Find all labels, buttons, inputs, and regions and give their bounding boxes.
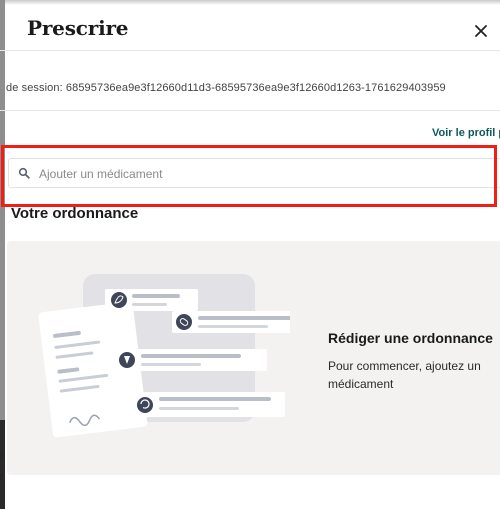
search-icon	[18, 167, 30, 179]
session-divider	[0, 110, 500, 111]
background-window-edge-lower	[0, 420, 5, 509]
view-profile-link[interactable]: Voir le profil p	[432, 127, 500, 139]
illustration-card-4	[135, 392, 285, 417]
prescription-heading: Votre ordonnance	[11, 205, 139, 222]
illustration-card-1	[105, 289, 198, 311]
background-edge-text: r	[0, 471, 4, 483]
page-title: Prescrire	[27, 16, 129, 40]
close-button[interactable]	[470, 20, 492, 42]
close-icon	[475, 25, 487, 37]
session-id-text: de session: 68595736ea9e3f12660d11d3-685…	[6, 82, 446, 94]
illustration-card-3	[115, 349, 267, 371]
empty-state-description: Pour commencer, ajoutez un médicament	[328, 359, 481, 391]
background-window-edge	[0, 0, 5, 509]
top-shadow	[0, 0, 500, 5]
header-divider	[0, 50, 500, 51]
search-field[interactable]	[8, 158, 500, 188]
empty-state-title: Rédiger une ordonnance	[328, 330, 493, 346]
prescription-illustration	[38, 274, 290, 438]
background-edge-text: r	[0, 450, 4, 462]
medication-search-input[interactable]	[37, 163, 481, 185]
illustration-card-2	[172, 311, 290, 333]
